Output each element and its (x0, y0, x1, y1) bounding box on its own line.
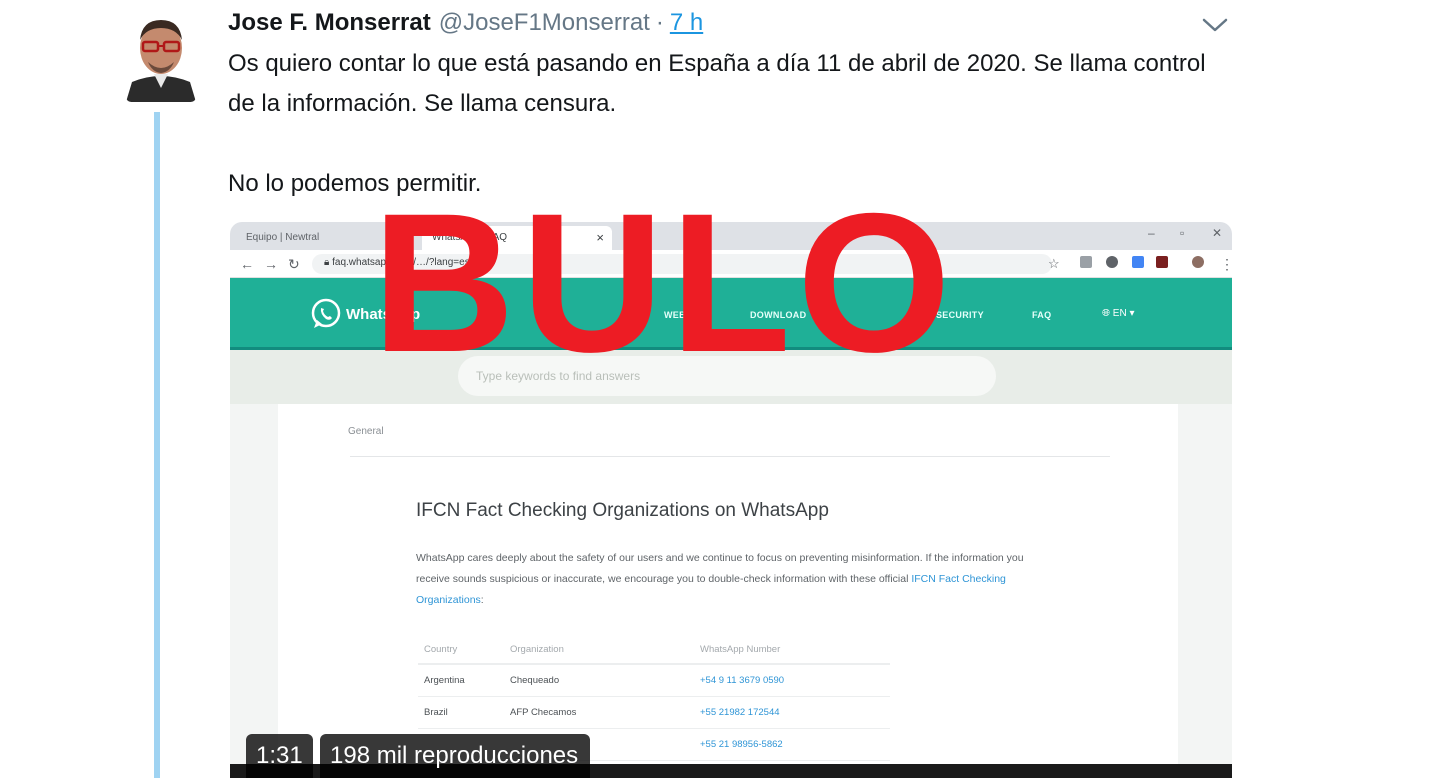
chevron-down-icon (1202, 18, 1228, 32)
minimize-icon: – (1148, 226, 1155, 240)
author-handle[interactable]: @JoseF1Monserrat (439, 9, 650, 37)
extension-icon (1132, 256, 1144, 268)
video-views-badge: 198 mil reproducciones (320, 734, 591, 778)
header-separator: · (655, 9, 664, 36)
author-name[interactable]: Jose F. Monserrat (228, 9, 431, 37)
globe-icon: 🌐︎ (1102, 308, 1110, 319)
author-avatar[interactable] (126, 10, 196, 102)
reload-icon: ↻ (288, 256, 300, 272)
maximize-icon: ▫ (1180, 226, 1185, 240)
hoax-stamp: BULO (372, 172, 957, 393)
extension-icon (1156, 256, 1168, 268)
language-selector: 🌐︎ EN ▾ (1102, 308, 1135, 319)
tweet-timestamp-link[interactable]: 7 h (670, 9, 703, 37)
faq-article-card: General IFCN Fact Checking Organizations… (278, 404, 1178, 778)
extension-icon (1106, 256, 1118, 268)
cell-organization: Chequeado (504, 664, 694, 697)
breadcrumb: General (348, 426, 384, 437)
cell-number: +55 21982 172544 (694, 696, 890, 729)
table-row: Argentina Chequeado +54 9 11 3679 0590 (418, 664, 890, 697)
column-header-country: Country (418, 636, 504, 665)
table-row: Brazil AFP Checamos +55 21982 172544 (418, 696, 890, 729)
cell-number: +54 9 11 3679 0590 (694, 664, 890, 697)
forward-arrow-icon: → (264, 256, 278, 272)
article-body-end: : (480, 594, 484, 606)
caret-down-icon: ▾ (1129, 308, 1135, 319)
cell-organization: AFP Checamos (504, 696, 694, 729)
window-close-icon: ✕ (1212, 226, 1223, 240)
tweet-text-paragraph-1: Os quiero contar lo que está pasando en … (228, 50, 1206, 117)
column-header-organization: Organization (504, 636, 694, 665)
avatar-photo (126, 10, 196, 102)
menu-dots-icon: ⋮ (1220, 256, 1232, 272)
nav-faq: FAQ (1032, 310, 1052, 320)
video-duration-badge: 1:31 (246, 734, 313, 778)
language-label: EN (1112, 308, 1127, 319)
cell-country: Argentina (418, 664, 504, 697)
back-arrow-icon: ← (240, 256, 254, 272)
table-header-row: Country Organization WhatsApp Number (418, 636, 890, 665)
cell-country: Brazil (418, 696, 504, 729)
article-body: WhatsApp cares deeply about the safety o… (416, 548, 1056, 611)
lock-icon: 🔒︎ (324, 257, 330, 268)
thread-line (154, 112, 160, 778)
column-header-number: WhatsApp Number (694, 636, 890, 665)
extension-icon (1080, 256, 1092, 268)
tweet-options-button[interactable] (1200, 14, 1230, 36)
tweet-header: Jose F. Monserrat @JoseF1Monserrat · 7 h (228, 6, 703, 40)
whatsapp-logo-icon (311, 298, 341, 328)
cell-number: +55 21 98956-5862 (694, 728, 890, 761)
profile-avatar-icon (1192, 256, 1204, 268)
article-title: IFCN Fact Checking Organizations on What… (416, 500, 829, 521)
star-icon: ☆ (1048, 256, 1060, 271)
breadcrumb-divider (350, 456, 1110, 457)
